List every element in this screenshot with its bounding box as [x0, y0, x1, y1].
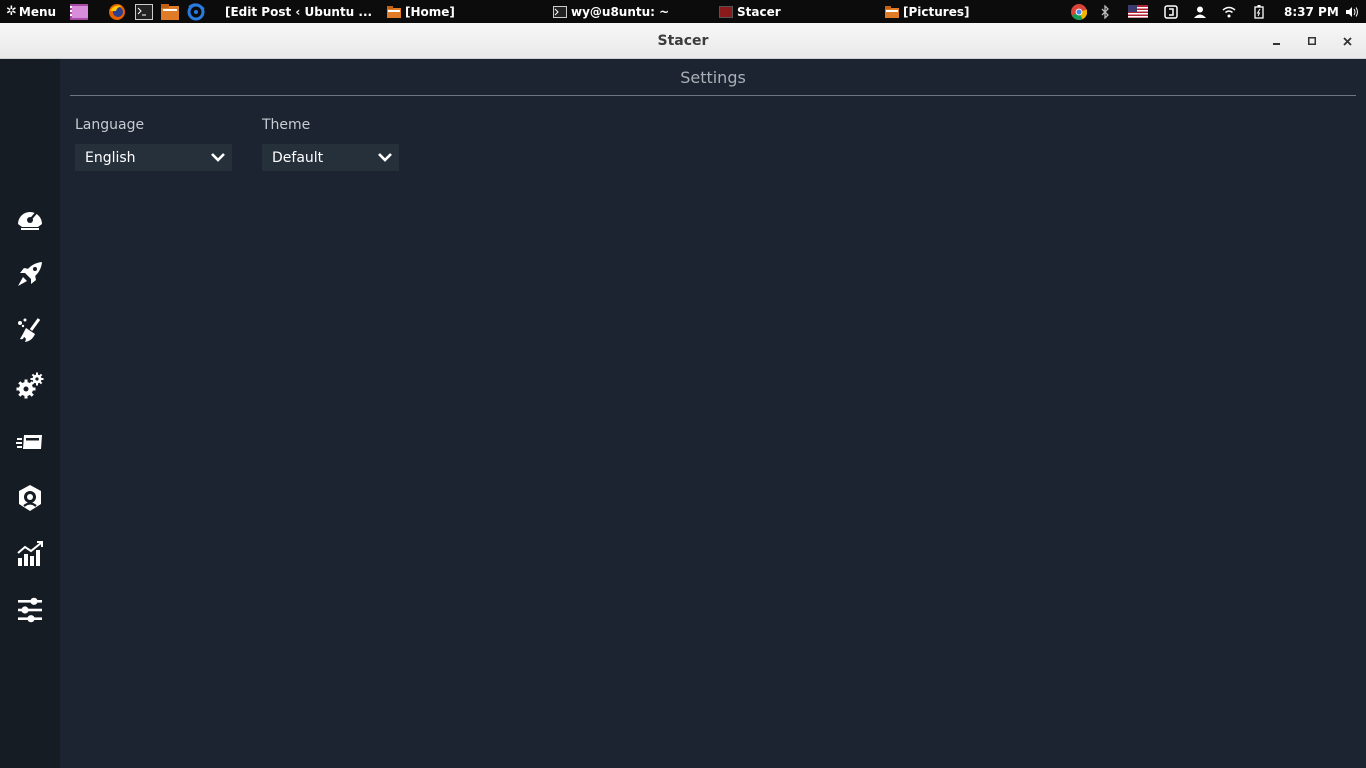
sidebar-item-dashboard[interactable]	[14, 202, 46, 234]
volume-icon[interactable]	[1343, 0, 1361, 23]
battery-icon[interactable]	[1250, 0, 1268, 23]
theme-label: Theme	[262, 117, 311, 133]
resources-chart-icon	[17, 541, 43, 566]
menu-button[interactable]: ✲ Menu	[6, 0, 56, 23]
task-home-folder[interactable]: [Home]	[387, 0, 537, 23]
minimize-icon	[1273, 43, 1280, 45]
page-title: Settings	[70, 59, 1356, 96]
language-select[interactable]: English	[75, 144, 232, 171]
sidebar	[0, 59, 60, 768]
uninstaller-icon	[16, 435, 42, 449]
task-stacer[interactable]: Stacer	[719, 0, 869, 23]
sidebar-item-resources-chart[interactable]	[14, 538, 46, 570]
folder-icon	[387, 5, 401, 18]
firefox-icon[interactable]	[108, 0, 126, 23]
sidebar-item-system-cleaner[interactable]	[14, 314, 46, 346]
sidebar-item-settings[interactable]	[14, 594, 46, 626]
language-label: Language	[75, 117, 145, 133]
gear-icon: ✲	[6, 4, 17, 19]
dashboard-icon	[18, 212, 42, 230]
keyboard-layout-flag-icon[interactable]	[1128, 0, 1148, 23]
sidebar-item-uninstaller[interactable]	[14, 426, 46, 458]
task-label: wy@u8untu: ~	[571, 4, 670, 19]
resources-icon	[19, 485, 41, 511]
system-panel: ✲ Menu [Edit Post ‹ Ubuntu ... [Home] wy…	[0, 0, 1366, 23]
folder-icon	[885, 5, 899, 18]
stacer-app-icon	[719, 5, 733, 18]
system-cleaner-icon	[18, 318, 41, 342]
terminal-launcher-icon[interactable]	[135, 0, 153, 23]
task-terminal[interactable]: wy@u8untu: ~	[553, 0, 703, 23]
close-icon	[1342, 36, 1352, 46]
clock[interactable]: 8:37 PM	[1284, 0, 1339, 23]
bluetooth-icon[interactable]	[1096, 0, 1114, 23]
chrome-tray-icon[interactable]	[1070, 0, 1088, 23]
maximize-icon	[1308, 37, 1316, 45]
theme-select-value: Default	[272, 149, 324, 166]
sidebar-item-resources[interactable]	[14, 482, 46, 514]
task-pictures-folder[interactable]: [Pictures]	[885, 0, 1035, 23]
user-icon[interactable]	[1191, 0, 1209, 23]
settings-page: Settings Language English Theme Default	[60, 59, 1366, 768]
task-label: Stacer	[737, 4, 781, 19]
menu-label: Menu	[18, 4, 57, 19]
sidebar-item-startup-apps[interactable]	[14, 258, 46, 290]
terminal-icon	[553, 5, 567, 18]
files-launcher-icon[interactable]	[161, 0, 179, 23]
startup-apps-icon	[18, 262, 42, 286]
task-label: [Pictures]	[903, 4, 970, 19]
chevron-down-icon	[211, 153, 225, 162]
theme-select[interactable]: Default	[262, 144, 399, 171]
task-edit-post[interactable]: [Edit Post ‹ Ubuntu ...	[221, 0, 371, 23]
browser-launcher-icon[interactable]	[187, 0, 205, 23]
services-icon	[16, 372, 44, 399]
window-titlebar[interactable]: Stacer	[0, 23, 1366, 59]
maximize-button[interactable]	[1302, 23, 1322, 59]
clipboard-icon[interactable]	[1162, 0, 1180, 23]
wifi-icon[interactable]	[1220, 0, 1238, 23]
task-label: [Edit Post ‹ Ubuntu ...	[225, 4, 371, 19]
settings-sliders-icon	[18, 597, 42, 623]
video-launcher-icon[interactable]	[70, 0, 88, 23]
close-button[interactable]	[1337, 23, 1357, 59]
language-select-value: English	[85, 149, 136, 166]
task-label: [Home]	[405, 4, 455, 19]
minimize-button[interactable]	[1267, 23, 1287, 59]
window-title: Stacer	[657, 33, 709, 49]
chevron-down-icon	[378, 153, 392, 162]
sidebar-item-services[interactable]	[14, 370, 46, 402]
